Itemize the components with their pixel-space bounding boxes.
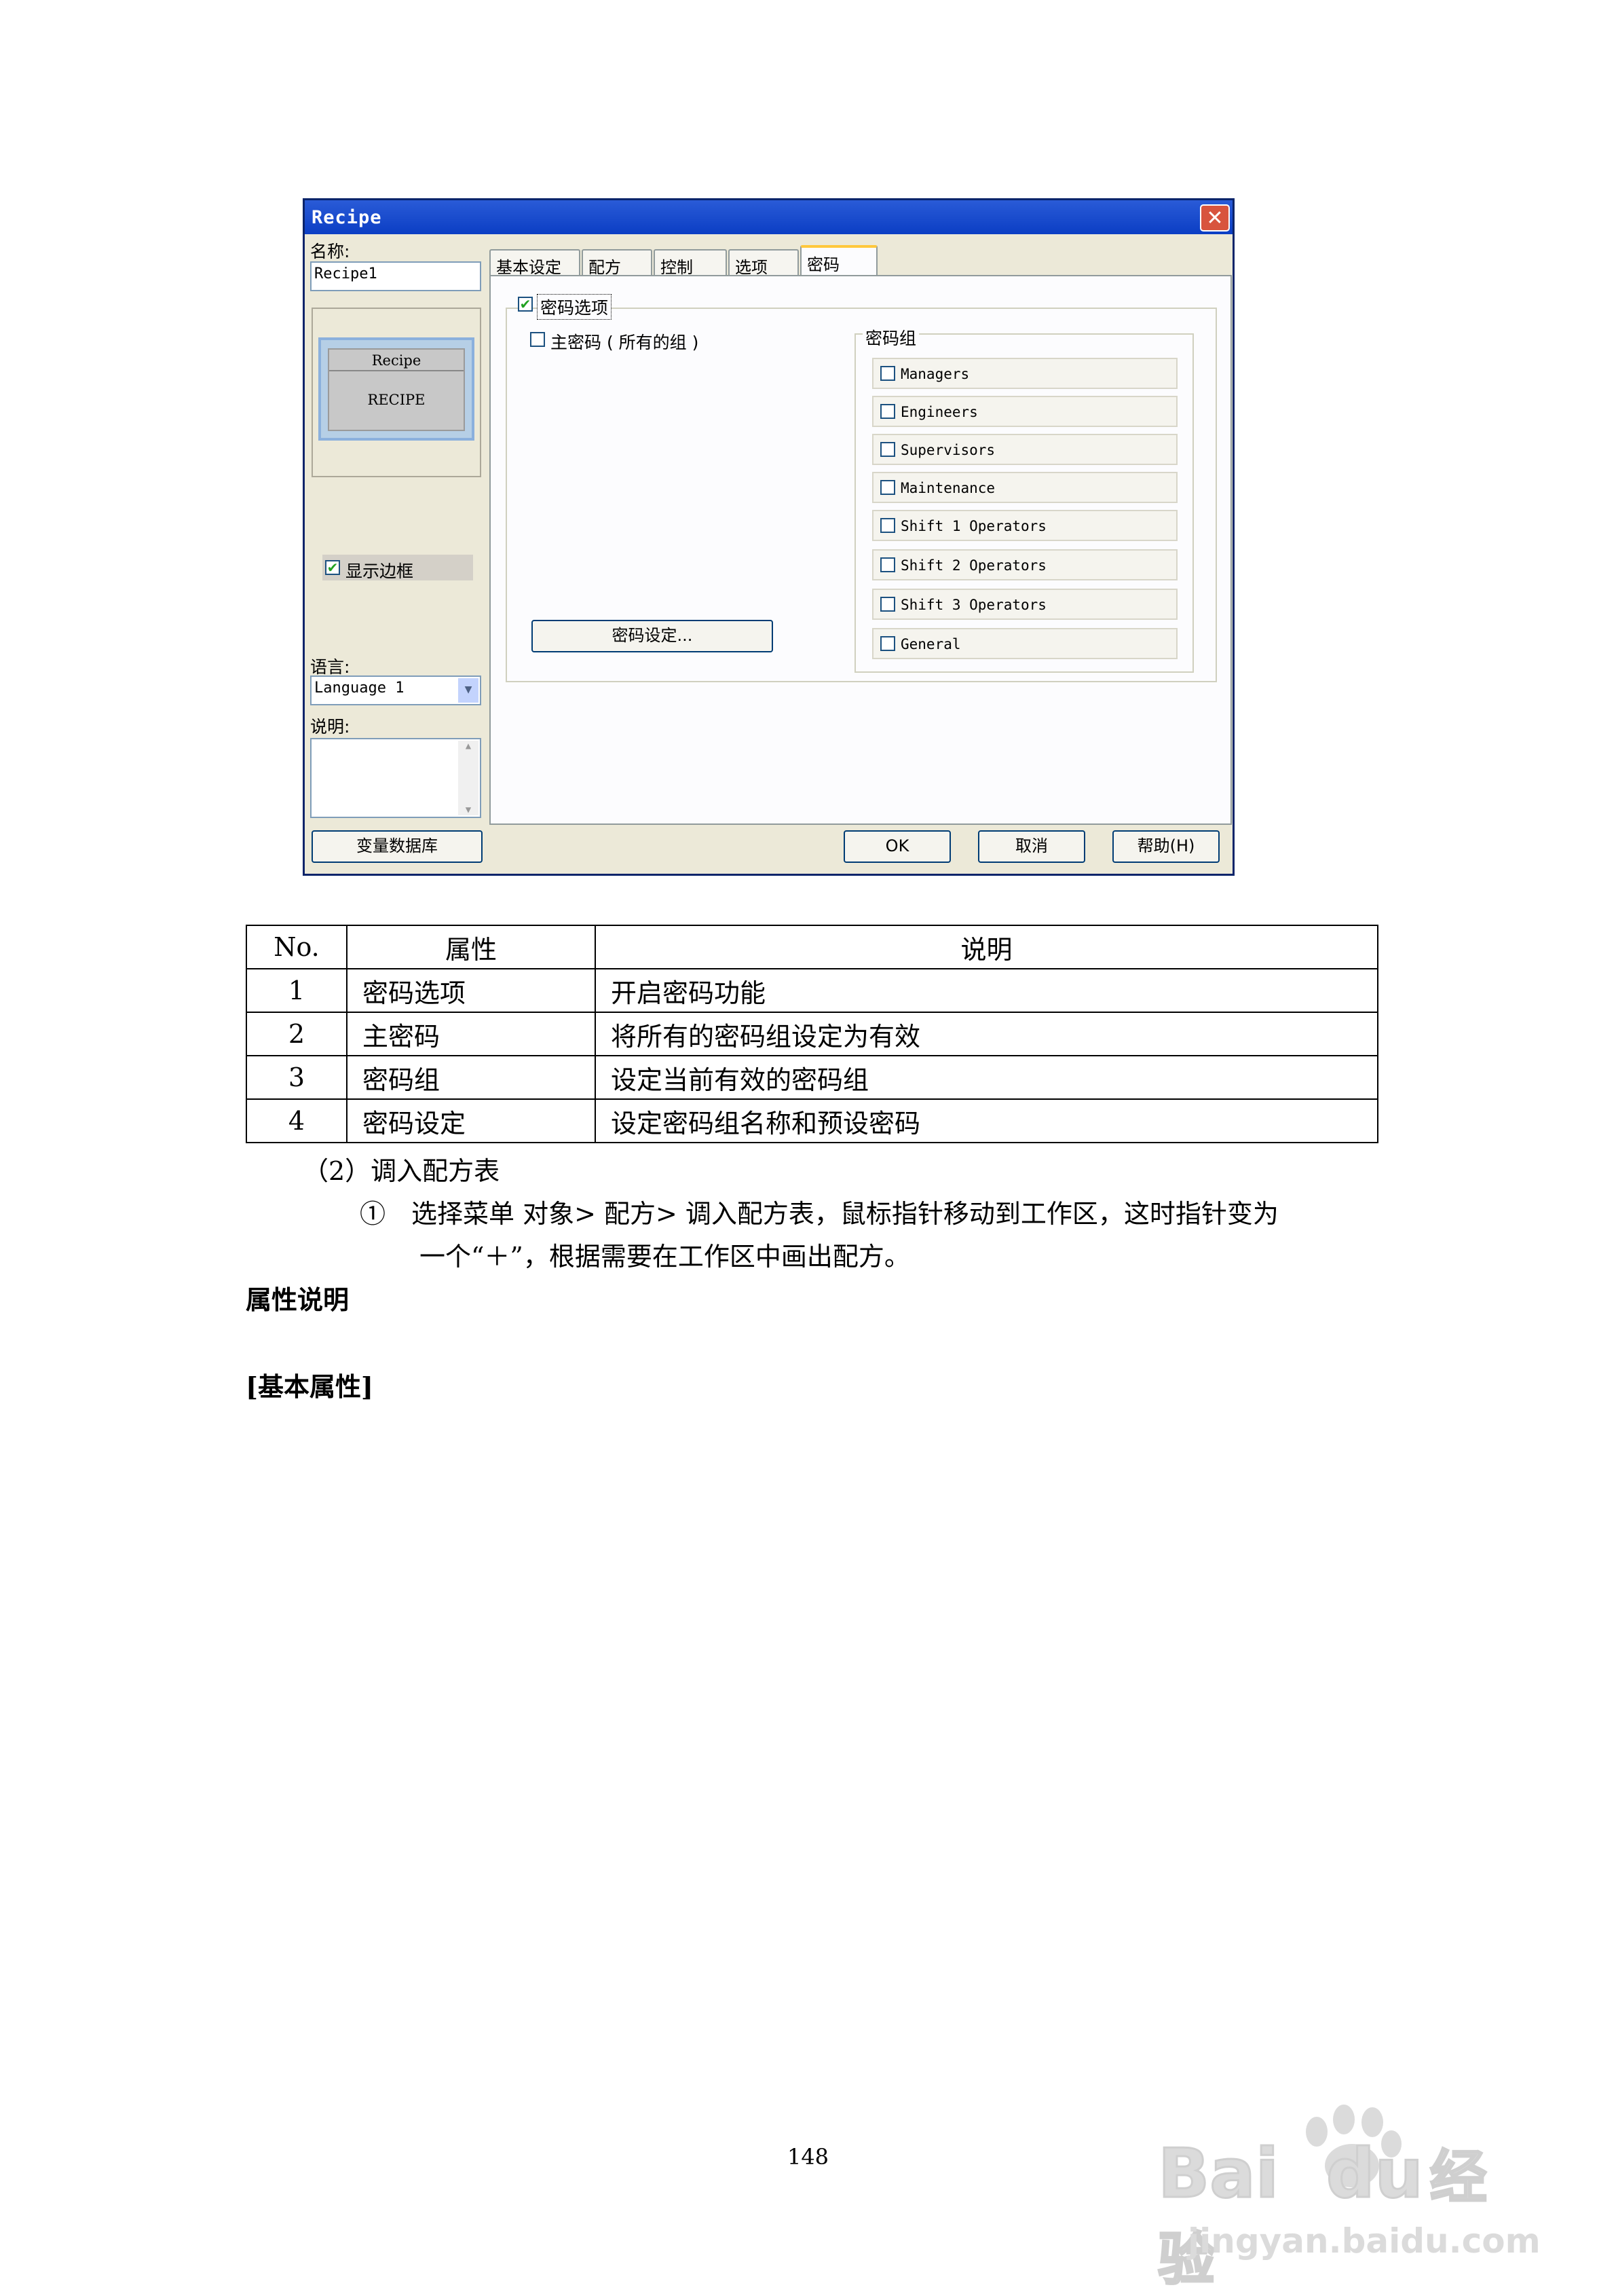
ok-button[interactable]: OK (844, 830, 951, 863)
group-label: General (901, 636, 961, 652)
header-no: No. (246, 925, 347, 969)
group-checkbox[interactable] (880, 518, 895, 533)
cell-description: 设定密码组名称和预设密码 (595, 1098, 1378, 1143)
close-button[interactable]: ✕ (1200, 204, 1230, 232)
group-checkbox[interactable] (880, 404, 895, 419)
chevron-down-icon[interactable]: ▼ (458, 678, 478, 703)
variable-db-button[interactable]: 变量数据库 (312, 830, 483, 863)
tab-recipe[interactable]: 配方 (582, 249, 652, 277)
header-property: 属性 (346, 925, 596, 969)
watermark-brand: Bai (1157, 2133, 1280, 2215)
step1-line2: 一个“＋”，根据需要在工作区中画出配方。 (419, 1242, 910, 1272)
group-general[interactable]: General (872, 628, 1178, 659)
show-border-checkbox[interactable]: ✔ (325, 560, 340, 575)
watermark-url: jingyan.baidu.com (1188, 2221, 1541, 2261)
group-label: Maintenance (901, 480, 996, 496)
help-button[interactable]: 帮助(H) (1112, 830, 1220, 863)
cell-no: 2 (246, 1012, 347, 1056)
step-heading: （2）调入配方表 (303, 1156, 500, 1186)
password-settings-button[interactable]: 密码设定... (531, 620, 773, 652)
recipe-preview: Recipe RECIPE (318, 337, 474, 441)
step1-line1: ① 选择菜单 对象> 配方> 调入配方表，鼠标指针移动到工作区，这时指针变为 (360, 1199, 1279, 1229)
group-label: Shift 3 Operators (901, 597, 1047, 613)
cell-description: 开启密码功能 (595, 968, 1378, 1013)
group-supervisors[interactable]: Supervisors (872, 434, 1178, 465)
group-checkbox[interactable] (880, 442, 895, 457)
group-label: Supervisors (901, 442, 996, 458)
cell-property: 主密码 (346, 1012, 596, 1056)
cell-no: 4 (246, 1098, 347, 1143)
cell-property: 密码选项 (346, 968, 596, 1013)
show-border-row[interactable]: ✔ 显示边框 (322, 555, 473, 581)
group-managers[interactable]: Managers (872, 358, 1178, 389)
group-maintenance[interactable]: Maintenance (872, 472, 1178, 503)
show-border-label: 显示边框 (345, 561, 414, 581)
table-row: 1 密码选项 开启密码功能 (246, 968, 1378, 1013)
cell-description: 将所有的密码组设定为有效 (595, 1012, 1378, 1056)
description-scrollbar[interactable]: ▲ ▼ (458, 741, 478, 815)
group-checkbox[interactable] (880, 366, 895, 381)
tab-basic[interactable]: 基本设定 (489, 249, 580, 277)
tab-options[interactable]: 选项 (728, 249, 799, 277)
group-label: Engineers (901, 404, 978, 420)
language-value: Language 1 (314, 680, 405, 697)
dialog-title: Recipe (312, 207, 382, 228)
preview-panel: Recipe RECIPE (312, 308, 481, 477)
property-table: No. 属性 说明 1 密码选项 开启密码功能 2 主密码 将所有的密码组设定为… (246, 925, 1378, 1143)
cell-no: 3 (246, 1055, 347, 1100)
scroll-down-icon[interactable]: ▼ (458, 804, 478, 815)
group-checkbox[interactable] (880, 557, 895, 572)
table-header-row: No. 属性 说明 (246, 925, 1378, 969)
scroll-up-icon[interactable]: ▲ (458, 741, 478, 752)
master-password-label: 主密码 ( 所有的组 ) (550, 333, 699, 352)
section-title: 属性说明 (246, 1284, 350, 1315)
name-input[interactable]: Recipe1 (310, 261, 481, 291)
tab-password[interactable]: 密码 (800, 245, 878, 276)
cell-property: 密码组 (346, 1055, 596, 1100)
group-engineers[interactable]: Engineers (872, 396, 1178, 427)
baidu-watermark: Bai du 经验 jingyan.baidu.com (1147, 2057, 1541, 2294)
group-checkbox[interactable] (880, 597, 895, 612)
group-shift3[interactable]: Shift 3 Operators (872, 589, 1178, 620)
password-tab-panel: ✔ 密码选项 主密码 ( 所有的组 ) 密码组 Managers Enginee… (489, 275, 1232, 825)
group-label: Shift 2 Operators (901, 557, 1047, 574)
password-group-label: 密码组 (863, 325, 920, 350)
cancel-button[interactable]: 取消 (978, 830, 1085, 863)
password-option-checkbox[interactable]: ✔ (518, 297, 533, 312)
header-description: 说明 (595, 925, 1378, 969)
description-textarea[interactable]: ▲ ▼ (310, 738, 481, 818)
password-option-label: 密码选项 (537, 294, 612, 320)
watermark-brand2: du (1325, 2133, 1424, 2215)
title-bar: Recipe ✕ (305, 200, 1233, 234)
cell-no: 1 (246, 968, 347, 1013)
preview-text: RECIPE (367, 392, 426, 408)
group-label: Managers (901, 366, 970, 382)
group-shift1[interactable]: Shift 1 Operators (872, 510, 1178, 541)
language-label: 语言: (310, 657, 350, 677)
recipe-dialog: Recipe ✕ 名称: Recipe1 Recipe RECIPE ✔ 显示边… (303, 198, 1235, 876)
master-password-checkbox[interactable] (530, 332, 545, 347)
tab-control[interactable]: 控制 (654, 249, 727, 277)
group-checkbox[interactable] (880, 636, 895, 651)
group-shift2[interactable]: Shift 2 Operators (872, 549, 1178, 580)
name-label: 名称: (310, 242, 350, 261)
group-checkbox[interactable] (880, 480, 895, 495)
description-label: 说明: (310, 717, 350, 737)
language-select[interactable]: Language 1 ▼ (310, 675, 481, 705)
table-row: 2 主密码 将所有的密码组设定为有效 (246, 1012, 1378, 1056)
cell-property: 密码设定 (346, 1098, 596, 1143)
table-row: 4 密码设定 设定密码组名称和预设密码 (246, 1098, 1378, 1143)
group-label: Shift 1 Operators (901, 518, 1047, 534)
table-row: 3 密码组 设定当前有效的密码组 (246, 1055, 1378, 1100)
preview-title: Recipe (329, 352, 464, 371)
subsection-title: [基本属性] (246, 1371, 373, 1402)
cell-description: 设定当前有效的密码组 (595, 1055, 1378, 1100)
